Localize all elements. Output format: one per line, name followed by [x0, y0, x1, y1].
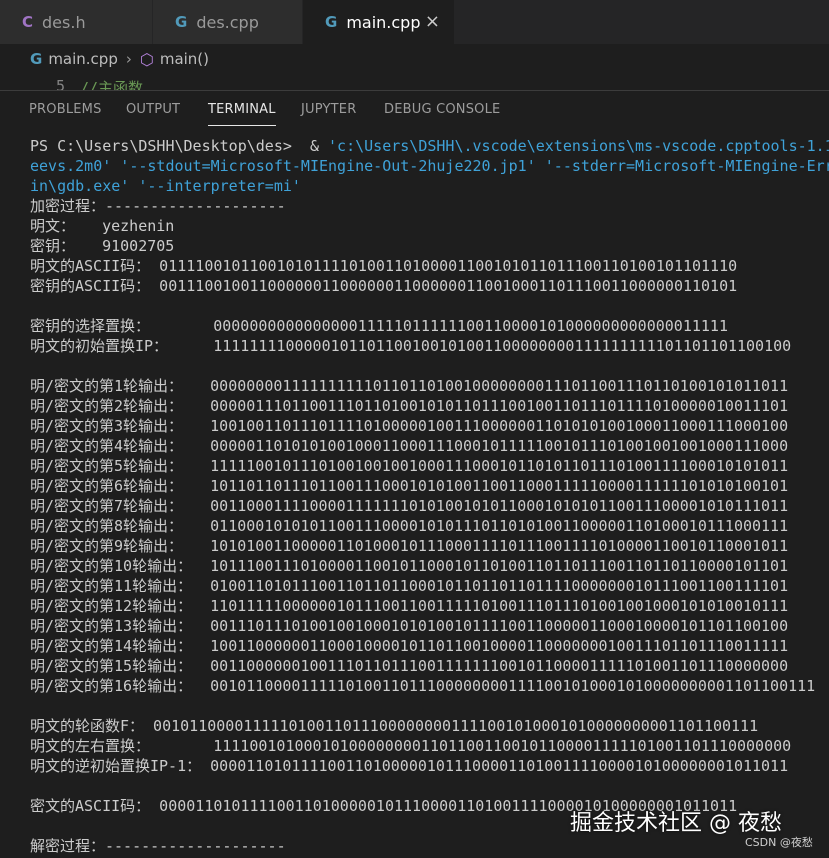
terminal-line: 明/密文的第12轮输出： 110111110000001011100110011…	[30, 597, 789, 615]
terminal-line: 明/密文的第4轮输出： 0000011010101001000110001110…	[30, 437, 789, 455]
tab-debug-console[interactable]: DEBUG CONSOLE	[384, 102, 500, 117]
tab-des-cpp[interactable]: G des.cpp	[153, 0, 303, 44]
terminal-line: 明/密文的第7轮输出： 0011000111100001111111010100…	[30, 497, 789, 515]
terminal-line: 明/密文的第11轮输出： 010011010111001101101100010…	[30, 577, 789, 595]
tab-label: des.cpp	[196, 12, 259, 32]
code-editor-peek: 5 //主函数	[0, 74, 829, 90]
terminal-line: 密钥的ASCII码： 00111001001100000011000000110…	[30, 277, 738, 295]
breadcrumb-symbol[interactable]: main()	[160, 50, 209, 68]
csdn-watermark: CSDN @夜愁	[745, 836, 813, 849]
watermark: 掘金技术社区 @ 夜愁	[570, 811, 782, 836]
terminal-line: 明/密文的第3轮输出： 1001001101110111101000001001…	[30, 417, 789, 435]
cpp-file-icon: G	[175, 13, 188, 31]
terminal-line: 密钥的选择置换： 0000000000000000111110111111001…	[30, 317, 728, 335]
cpp-file-icon: G	[30, 50, 43, 68]
command-path: 'c:\Users\DSHH\.vscode\extensions\ms-vsc…	[328, 137, 829, 155]
bottom-panel: PROBLEMS OUTPUT TERMINAL JUPYTER DEBUG C…	[0, 90, 829, 858]
terminal-prompt: PS C:\Users\DSHH\Desktop\des> &	[30, 137, 329, 155]
terminal-line: 加密过程：--------------------	[30, 197, 286, 215]
line-number: 5	[56, 77, 66, 90]
terminal-line: 明/密文的第5轮输出： 1111100101110100100100100011…	[30, 457, 789, 475]
terminal-line: 明/密文的第16轮输出： 001011000011111010011011100…	[30, 677, 816, 695]
terminal-command-line: in\gdb.exe' '--interpreter=mi'	[30, 177, 301, 195]
terminal-line: 明/密文的第1轮输出： 0000000011111111110110110100…	[30, 377, 789, 395]
c-file-icon: C	[22, 13, 34, 31]
terminal-line: 明/密文的第8轮输出： 0110001010101100111000010101…	[30, 517, 789, 535]
terminal-line: 密钥： 91002705	[30, 237, 175, 255]
terminal-line: 明文的初始置换IP： 11111111000001011011001001010…	[30, 337, 792, 355]
cpp-file-icon: G	[325, 13, 338, 31]
tab-jupyter[interactable]: JUPYTER	[301, 102, 356, 117]
code-comment: //主函数	[80, 79, 144, 90]
tab-label: des.h	[42, 12, 86, 32]
terminal-line: 明文的轮函数F： 0010110000111110100110111000000…	[30, 717, 759, 735]
tab-output[interactable]: OUTPUT	[126, 102, 180, 117]
terminal-command-line: PS C:\Users\DSHH\Desktop\des> & 'c:\User…	[30, 136, 829, 156]
tab-main-cpp[interactable]: G main.cpp ×	[303, 0, 455, 44]
close-icon[interactable]: ×	[425, 11, 440, 32]
breadcrumb-file[interactable]: main.cpp	[48, 50, 118, 68]
terminal-command-line: eevs.2m0' '--stdout=Microsoft-MIEngine-O…	[30, 157, 829, 175]
editor-tab-bar: C des.h G des.cpp G main.cpp ×	[0, 0, 829, 44]
tab-terminal[interactable]: TERMINAL	[208, 102, 276, 126]
tab-des-h[interactable]: C des.h	[0, 0, 153, 44]
terminal-line: 明文： yezhenin	[30, 217, 175, 235]
method-icon: ⬡	[139, 49, 154, 69]
terminal-line: 明/密文的第2轮输出： 0000011101100111011010010101…	[30, 397, 789, 415]
terminal-line: 明/密文的第14轮输出： 100110000001100010000101101…	[30, 637, 789, 655]
terminal-line: 明/密文的第6轮输出： 1011011011101100111000101010…	[30, 477, 789, 495]
terminal-line: 明/密文的第10轮输出： 101110011101000011001011000…	[30, 557, 789, 575]
breadcrumb: G main.cpp › ⬡ main()	[0, 44, 829, 74]
terminal-line: 明/密文的第13轮输出： 001110111010010010001010100…	[30, 617, 789, 635]
tab-label: main.cpp	[346, 12, 421, 32]
chevron-right-icon: ›	[125, 50, 132, 68]
terminal-output[interactable]: PS C:\Users\DSHH\Desktop\des> & 'c:\User…	[30, 136, 829, 856]
tab-problems[interactable]: PROBLEMS	[29, 102, 102, 117]
terminal-line: 明文的ASCII码： 01111001011001010111101001101…	[30, 257, 738, 275]
terminal-line: 明/密文的第9轮输出： 1010100110000011010001011100…	[30, 537, 789, 555]
terminal-line: 解密过程：--------------------	[30, 837, 286, 855]
terminal-line: 明/密文的第15轮输出： 001100000010011101101110011…	[30, 657, 789, 675]
terminal-line: 明文的逆初始置换IP-1： 00001101011110011010000010…	[30, 757, 789, 775]
terminal-line: 明文的左右置换： 1111001010001010000000011011001…	[30, 737, 792, 755]
